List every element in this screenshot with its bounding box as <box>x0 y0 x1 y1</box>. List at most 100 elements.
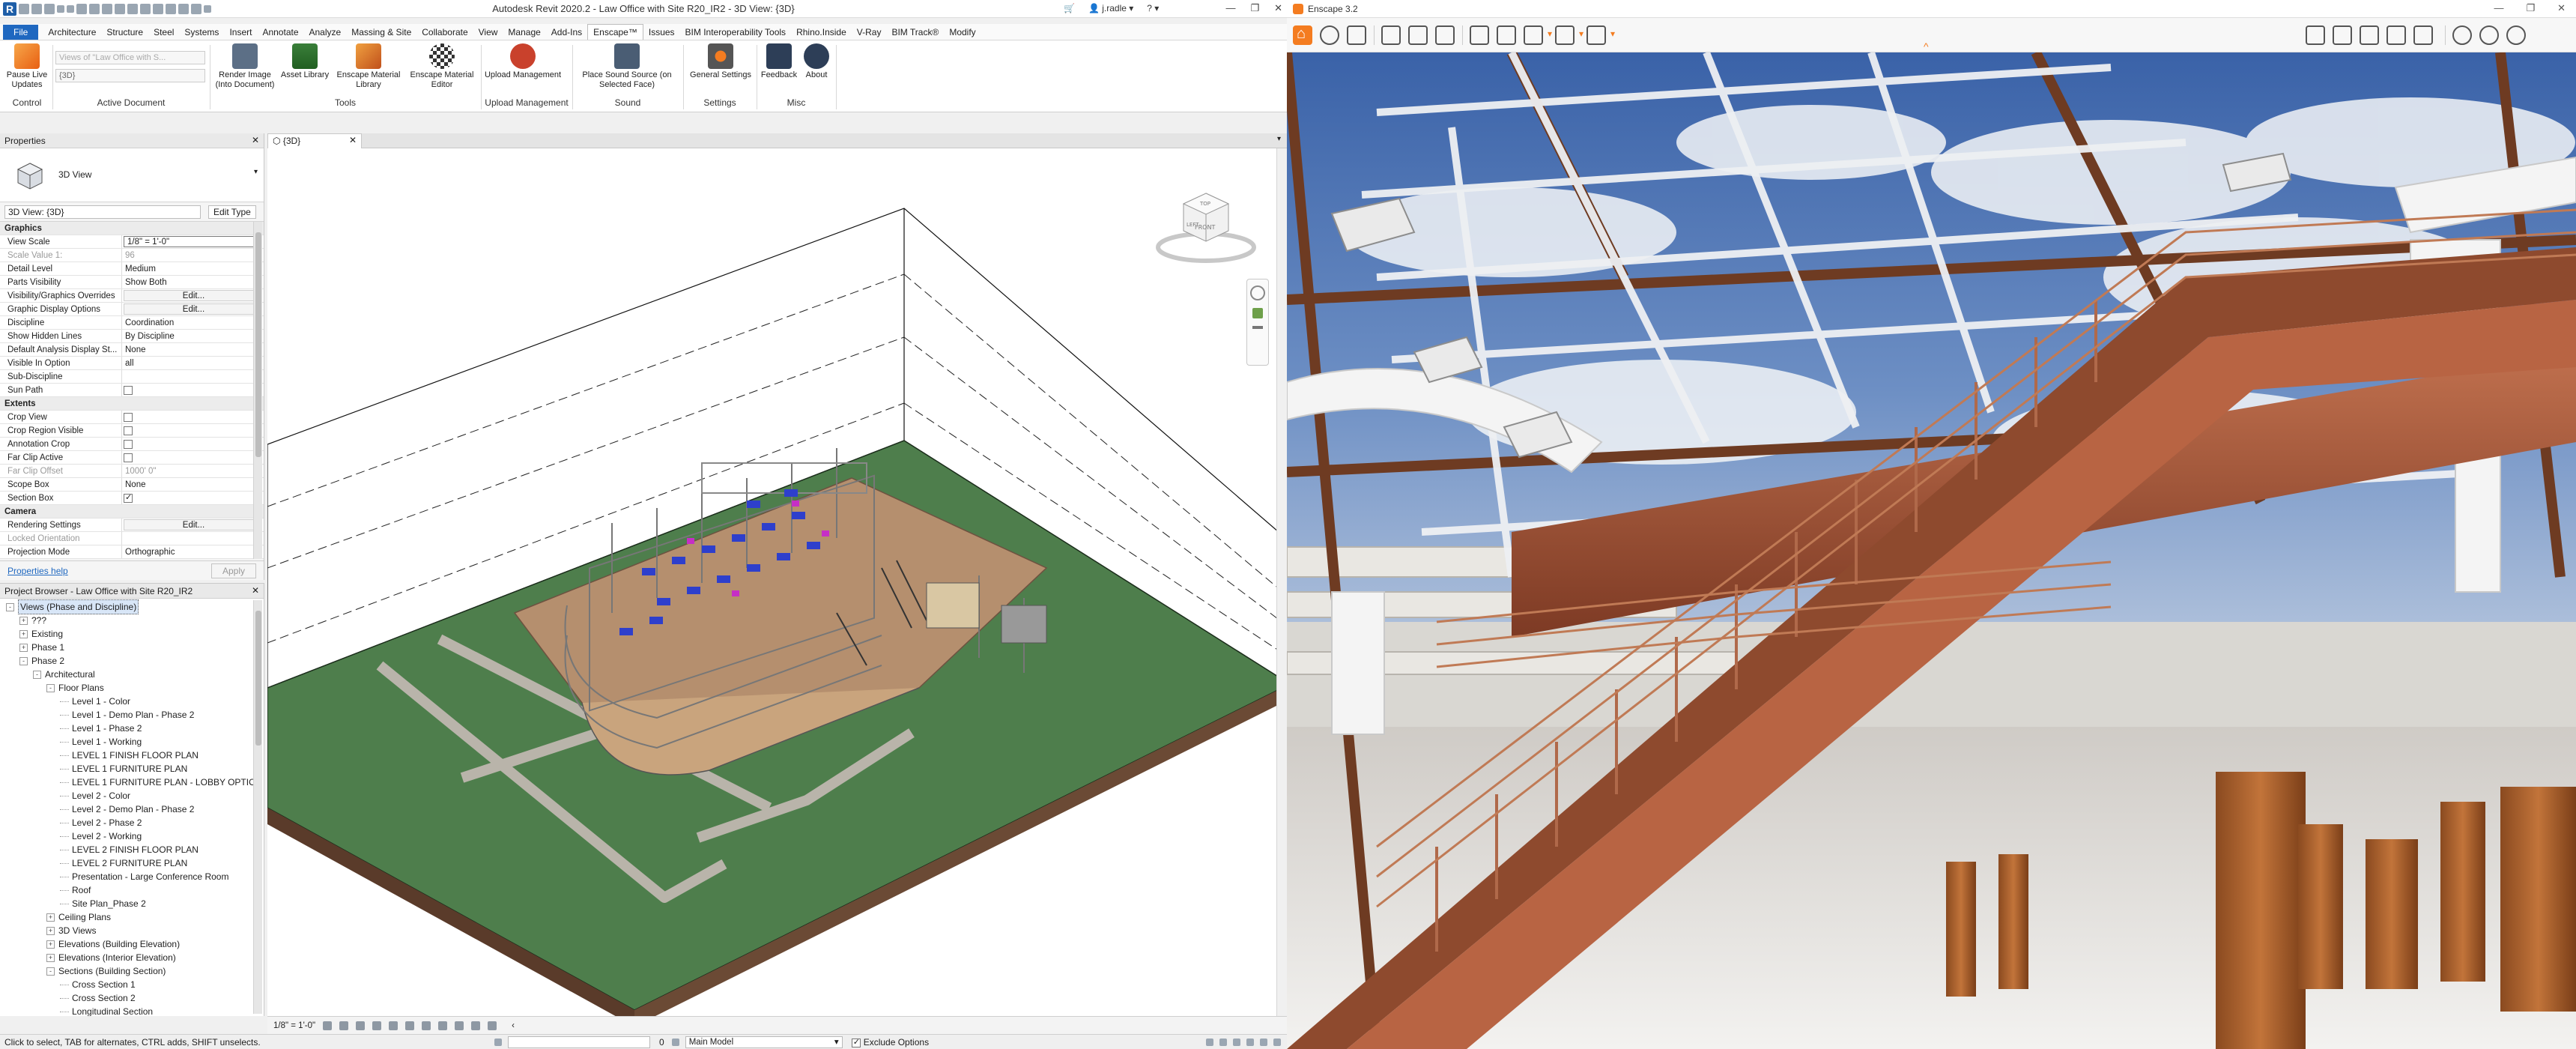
ribbon-tab-view[interactable]: View <box>473 25 503 40</box>
views-icon[interactable] <box>2386 25 2406 45</box>
walk-mode-icon[interactable] <box>1320 25 1339 45</box>
ribbon-tab-insert[interactable]: Insert <box>224 25 257 40</box>
steering-wheel-icon[interactable] <box>1250 285 1265 300</box>
visual-style-icon[interactable] <box>339 1021 349 1030</box>
expand-icon[interactable]: + <box>46 953 55 962</box>
help-icon[interactable]: ? ▾ <box>1147 3 1159 13</box>
properties-scrollbar[interactable] <box>253 222 262 559</box>
section-cut-icon[interactable] <box>2360 25 2379 45</box>
binoculars-icon[interactable] <box>1381 25 1401 45</box>
tree-item[interactable]: - Architectural <box>6 668 264 681</box>
tree-item[interactable]: Level 1 - Demo Plan - Phase 2 <box>6 708 264 722</box>
asset-library-button[interactable]: Asset Library <box>279 43 331 80</box>
expand-icon[interactable]: + <box>19 643 28 652</box>
upload-management-button[interactable]: Upload Management <box>484 43 562 80</box>
ribbon-tab-v-ray[interactable]: V-Ray <box>852 25 887 40</box>
property-value[interactable]: Orthographic <box>122 545 264 558</box>
batch-render-icon[interactable] <box>1497 25 1516 45</box>
property-checkbox[interactable] <box>124 492 133 503</box>
ribbon-tab-file[interactable]: File <box>3 24 39 40</box>
property-value[interactable]: 1/8" = 1'-0" <box>124 236 261 247</box>
reveal-hidden-icon[interactable] <box>471 1021 481 1030</box>
feedback-button[interactable]: Feedback <box>758 43 800 80</box>
crop-view-icon[interactable] <box>405 1021 415 1030</box>
close-icon[interactable]: ✕ <box>252 585 259 596</box>
show-crop-icon[interactable] <box>422 1021 431 1030</box>
ribbon-tab-add-ins[interactable]: Add-Ins <box>546 25 587 40</box>
ribbon-tab-architecture[interactable]: Architecture <box>43 25 101 40</box>
collapse-icon[interactable]: - <box>33 670 41 679</box>
design-options-icon[interactable] <box>671 1038 679 1046</box>
home-icon[interactable] <box>1293 25 1312 45</box>
close-icon[interactable]: ✕ <box>252 135 259 145</box>
property-value[interactable]: None <box>122 343 264 356</box>
tree-item[interactable]: Level 1 - Working <box>6 735 264 749</box>
tree-item[interactable]: LEVEL 2 FINISH FLOOR PLAN <box>6 843 264 856</box>
property-value[interactable]: Show Both <box>122 276 264 288</box>
enscape-render-viewport[interactable] <box>1287 52 2576 1049</box>
ribbon-tab-collaborate[interactable]: Collaborate <box>416 25 473 40</box>
view-select-dropdown[interactable]: {3D} <box>55 69 205 82</box>
select-links-icon[interactable] <box>1206 1038 1213 1046</box>
view-management-icon[interactable] <box>2333 25 2352 45</box>
general-settings-button[interactable]: General Settings <box>686 43 755 80</box>
close-button[interactable]: ✕ <box>2557 2 2566 14</box>
navigation-bar[interactable] <box>1246 279 1269 366</box>
collapse-icon[interactable]: - <box>46 967 55 976</box>
expand-icon[interactable]: + <box>19 629 28 638</box>
property-value[interactable]: None <box>122 478 264 491</box>
ribbon-tab-manage[interactable]: Manage <box>503 25 545 40</box>
material-editor-icon[interactable] <box>1435 25 1455 45</box>
property-value[interactable] <box>122 370 264 383</box>
export-icon[interactable] <box>1586 25 1615 45</box>
edit-button[interactable]: Edit... <box>124 290 261 301</box>
workset-select[interactable] <box>508 1036 650 1048</box>
tree-item[interactable]: Level 2 - Demo Plan - Phase 2 <box>6 802 264 816</box>
detail-level-icon[interactable] <box>323 1021 333 1030</box>
tree-item[interactable]: LEVEL 2 FURNITURE PLAN <box>6 856 264 870</box>
tree-item[interactable]: Site Plan_Phase 2 <box>6 897 264 910</box>
select-underlay-icon[interactable] <box>1219 1038 1227 1046</box>
pause-live-updates-button[interactable]: Pause Live Updates <box>3 43 51 90</box>
view-scrollbar[interactable] <box>1276 148 1287 1016</box>
restore-button[interactable]: ❐ <box>1250 2 1259 14</box>
ribbon-tab-analyze[interactable]: Analyze <box>304 25 347 40</box>
tab-menu-icon[interactable]: ▾ <box>1277 135 1281 143</box>
property-value[interactable]: By Discipline <box>122 330 264 342</box>
bim-mode-icon[interactable] <box>1347 25 1366 45</box>
ribbon-tab-steel[interactable]: Steel <box>148 25 179 40</box>
tree-item[interactable]: LEVEL 1 FURNITURE PLAN <box>6 762 264 776</box>
apply-button[interactable]: Apply <box>210 563 256 578</box>
screenshot-icon[interactable] <box>1470 25 1489 45</box>
ribbon-tab-structure[interactable]: Structure <box>101 25 148 40</box>
select-by-face-icon[interactable] <box>1246 1038 1254 1046</box>
tree-item[interactable]: + Existing <box>6 627 264 641</box>
chevron-down-icon[interactable]: ▾ <box>254 168 258 176</box>
render-image-button[interactable]: Render Image (Into Document) <box>213 43 277 90</box>
atlas-icon[interactable] <box>2413 25 2433 45</box>
edit-button[interactable]: Edit... <box>124 303 261 315</box>
tree-item[interactable]: Cross Section 1 <box>6 978 264 991</box>
tree-item[interactable]: Level 1 - Phase 2 <box>6 722 264 735</box>
tab-3d-view[interactable]: ⬡ {3D} ✕ <box>267 133 362 148</box>
property-checkbox[interactable] <box>124 386 133 395</box>
minimap-icon[interactable] <box>2306 25 2325 45</box>
collapse-icon[interactable]: - <box>19 656 28 665</box>
expand-icon[interactable]: + <box>46 926 55 935</box>
cart-icon[interactable]: 🛒 <box>1064 3 1075 13</box>
user-account[interactable]: 👤 j.radle ▾ <box>1088 3 1133 13</box>
restore-button[interactable]: ❐ <box>2526 2 2535 14</box>
tree-item[interactable]: + Phase 1 <box>6 641 264 654</box>
property-value[interactable]: Medium <box>122 262 264 275</box>
tree-item[interactable]: - Views (Phase and Discipline) <box>6 599 264 614</box>
eye-icon[interactable] <box>2452 25 2472 45</box>
worksets-icon[interactable] <box>494 1038 502 1046</box>
select-pinned-icon[interactable] <box>1233 1038 1240 1046</box>
ribbon-tab-modify[interactable]: Modify <box>944 25 981 40</box>
expand-icon[interactable]: + <box>19 616 28 625</box>
ribbon-tab-bim-track[interactable]: BIM Track® <box>886 25 944 40</box>
ribbon-tab-massing-site[interactable]: Massing & Site <box>346 25 416 40</box>
ribbon-tab-rhino-inside[interactable]: Rhino.Inside <box>791 25 852 40</box>
tree-item[interactable]: Cross Section 2 <box>6 991 264 1005</box>
design-option-select[interactable]: Main Model <box>685 1036 843 1048</box>
